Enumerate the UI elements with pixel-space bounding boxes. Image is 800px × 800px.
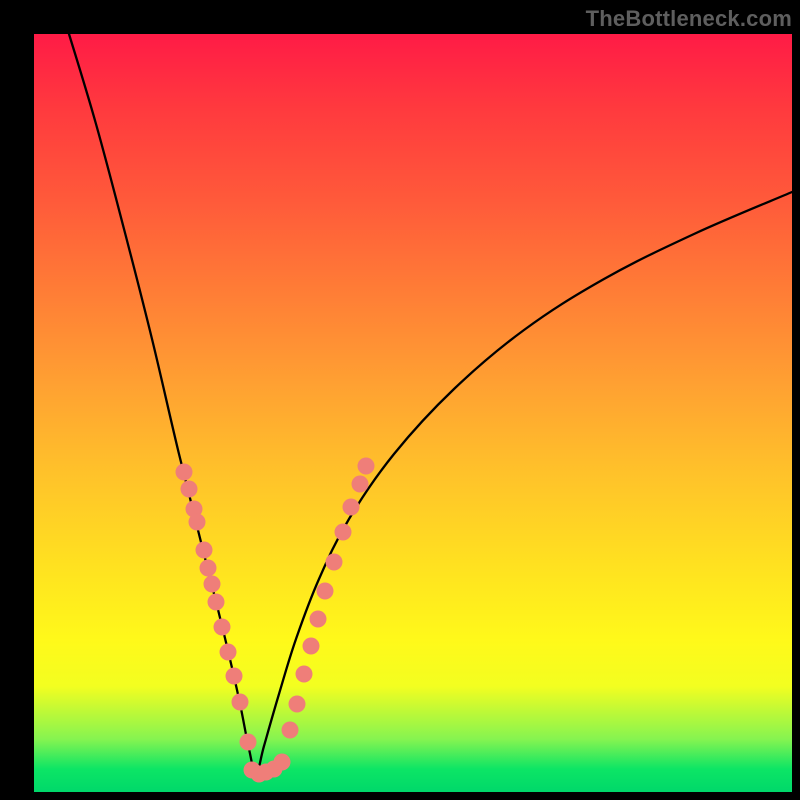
data-point [196, 542, 213, 559]
chart-frame: TheBottleneck.com [0, 0, 800, 800]
data-point [310, 611, 327, 628]
data-point [220, 644, 237, 661]
data-point [214, 619, 231, 636]
data-point [204, 576, 221, 593]
data-point [296, 666, 313, 683]
data-point [226, 668, 243, 685]
data-point [326, 554, 343, 571]
data-point [200, 560, 217, 577]
bottleneck-curve [69, 34, 792, 774]
plot-area [34, 34, 792, 792]
data-point [176, 464, 193, 481]
watermark-text: TheBottleneck.com [586, 6, 792, 32]
data-point [352, 476, 369, 493]
data-point [274, 754, 291, 771]
data-point [289, 696, 306, 713]
data-point [232, 694, 249, 711]
plot-svg [34, 34, 792, 792]
data-point [358, 458, 375, 475]
data-point [181, 481, 198, 498]
data-point [303, 638, 320, 655]
data-point [317, 583, 334, 600]
data-point [208, 594, 225, 611]
data-points [176, 458, 375, 783]
data-point [343, 499, 360, 516]
data-point [189, 514, 206, 531]
data-point [335, 524, 352, 541]
data-point [282, 722, 299, 739]
data-point [240, 734, 257, 751]
